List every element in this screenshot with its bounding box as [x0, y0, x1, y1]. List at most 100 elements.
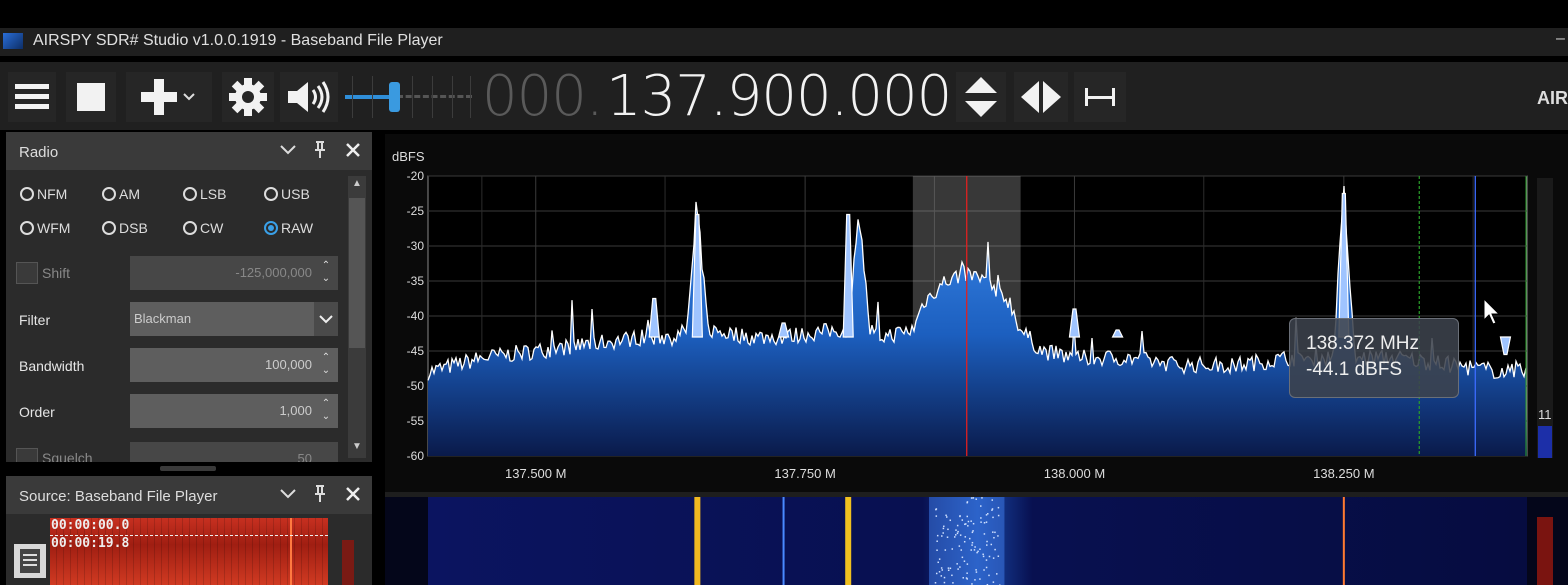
chevron-down-icon[interactable] [278, 142, 298, 158]
waterfall-noise-dot [985, 566, 988, 569]
waterfall-noise-dot [943, 576, 946, 579]
volume-slider-knob[interactable] [389, 82, 400, 112]
waterfall-noise-dot [985, 559, 988, 561]
waterfall-noise-dot [951, 548, 954, 550]
waterfall-noise-dot [979, 578, 981, 580]
filter-select[interactable]: Blackman [130, 302, 314, 336]
waterfall-noise-dot [936, 549, 938, 551]
pin-icon[interactable] [311, 140, 329, 160]
tuning-mode-button[interactable] [1014, 72, 1068, 122]
volume-tick [352, 76, 353, 118]
mode-radio-dsb[interactable]: DSB [102, 220, 148, 236]
mode-radio-wfm[interactable]: WFM [20, 220, 70, 236]
volume-tick [412, 76, 413, 118]
panel-splitter-grip[interactable] [160, 466, 216, 471]
waterfall-noise-dot [952, 582, 954, 584]
waterfall-noise-dot [996, 573, 998, 575]
mode-radio-lsb[interactable]: LSB [183, 186, 226, 202]
squelch-checkbox[interactable] [16, 448, 38, 462]
waterfall-noise-dot [974, 546, 976, 548]
radio-circle[interactable] [183, 187, 197, 201]
mode-radio-raw[interactable]: RAW [264, 220, 313, 236]
spectrum-chart[interactable]: -20 -25 -30 -35 -40 -45 -50 -55 -60 137.500 M 137.… [385, 134, 1568, 492]
settings-button[interactable] [222, 72, 274, 122]
add-button[interactable] [126, 72, 212, 122]
bandwidth-spinner[interactable]: ⌃ ⌄ [318, 351, 334, 377]
waterfall-noise-dot [942, 527, 945, 530]
y-tick-label: -40 [407, 309, 425, 323]
y-tick-label: -50 [407, 379, 425, 393]
frequency-leading-digits[interactable]: 000. [482, 64, 604, 129]
x-tick-label: 138.000 M [1044, 466, 1105, 481]
waterfall-noise-dot [970, 520, 972, 522]
mode-radio-cw[interactable]: CW [183, 220, 223, 236]
squelch-input[interactable]: 50 [130, 442, 338, 462]
shift-checkbox[interactable] [16, 262, 38, 284]
waterfall-noise-dot [945, 514, 947, 517]
menu-button[interactable] [8, 72, 56, 122]
waterfall-noise-dot [992, 516, 994, 519]
file-waterfall-thumbnail[interactable]: 00:00:00.0 00:00:19.8 [50, 518, 328, 585]
radio-circle-selected[interactable] [264, 221, 278, 235]
radio-circle[interactable] [102, 221, 116, 235]
filter-dropdown-button[interactable] [314, 302, 338, 336]
order-spinner[interactable]: ⌃ ⌄ [318, 397, 334, 423]
waterfall-noise-dot [947, 567, 950, 569]
scroll-up-icon[interactable]: ▲ [348, 178, 366, 192]
mode-radio-nfm[interactable]: NFM [20, 186, 67, 202]
stop-button[interactable] [66, 72, 116, 122]
dropdown-icon[interactable] [179, 90, 199, 104]
filter-label: Filter [19, 312, 51, 328]
mode-radio-am[interactable]: AM [102, 186, 140, 202]
radio-circle[interactable] [20, 221, 34, 235]
waterfall-noise-dot [992, 557, 995, 559]
squelch-value: 50 [297, 451, 312, 462]
waterfall-noise-dot [993, 536, 995, 539]
radio-circle[interactable] [264, 187, 278, 201]
frequency-display[interactable]: 137.900.000 [606, 64, 952, 129]
volume-slider-track[interactable] [397, 95, 472, 98]
screen-top-border [0, 0, 1568, 28]
shift-input[interactable]: -125,000,000 ⌃ ⌄ [130, 256, 338, 290]
tooltip-frequency: 138.372 MHz [1306, 333, 1420, 354]
chevron-down-icon[interactable] [278, 486, 298, 502]
leftright-arrows-icon [1021, 81, 1061, 113]
waterfall-noise-dot [951, 574, 953, 577]
y-tick-label: -30 [407, 239, 425, 253]
waterfall-noise-dot [940, 567, 943, 569]
frequency-step-button[interactable] [956, 72, 1006, 122]
radio-scroll-thumb[interactable] [349, 198, 365, 348]
waterfall-noise-dot [990, 543, 993, 546]
order-label: Order [19, 404, 55, 420]
bandwidth-input[interactable]: 100,000 ⌃ ⌄ [130, 348, 338, 382]
y-unit-label: dBFS [392, 149, 425, 164]
waterfall-noise-dot [969, 537, 971, 540]
radio-circle[interactable] [102, 187, 116, 201]
mode-label: DSB [119, 220, 148, 236]
waterfall-noise-dot [966, 563, 969, 565]
speaker-icon [288, 81, 330, 113]
waterfall-carrier-trace [845, 497, 852, 585]
mode-label: AM [119, 186, 140, 202]
waterfall-noise-dot [963, 540, 966, 543]
close-icon[interactable] [345, 142, 361, 158]
file-open-button[interactable] [14, 544, 46, 578]
waterfall-chart[interactable] [385, 497, 1568, 585]
shift-spinner[interactable]: ⌃ ⌄ [318, 259, 334, 285]
waterfall-noise-dot [938, 571, 941, 573]
waterfall-noise-dot [949, 567, 952, 570]
minimize-button[interactable]: – [1556, 30, 1565, 48]
audio-button[interactable] [280, 72, 338, 122]
pin-icon[interactable] [311, 484, 329, 504]
order-input[interactable]: 1,000 ⌃ ⌄ [130, 394, 338, 428]
close-icon[interactable] [345, 486, 361, 502]
span-button[interactable] [1074, 72, 1126, 122]
mode-radio-usb[interactable]: USB [264, 186, 310, 202]
scroll-down-icon[interactable]: ▼ [348, 441, 366, 455]
radio-circle[interactable] [20, 187, 34, 201]
waterfall-noise-dot [966, 572, 968, 574]
waterfall-noise-dot [972, 530, 974, 532]
y-tick-label: -20 [407, 169, 425, 183]
waterfall-noise-dot [975, 569, 977, 571]
radio-circle[interactable] [183, 221, 197, 235]
